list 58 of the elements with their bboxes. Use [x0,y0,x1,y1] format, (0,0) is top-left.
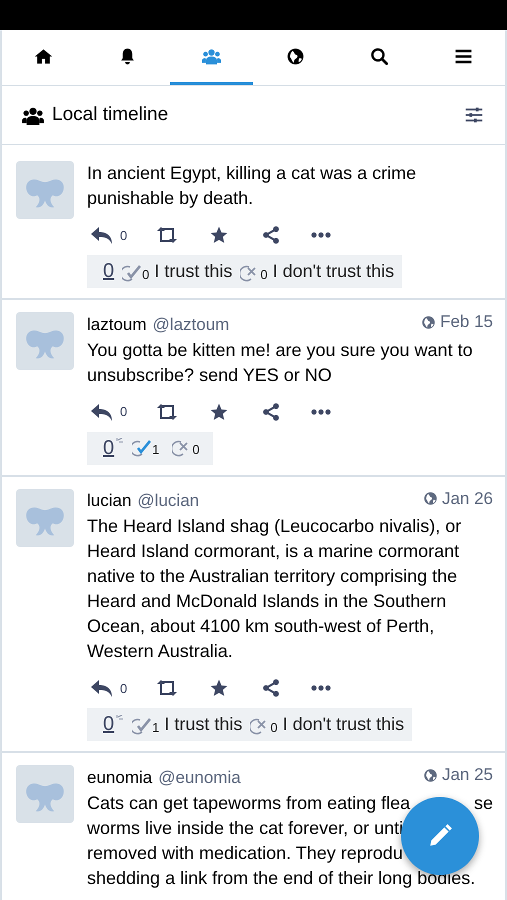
display-name[interactable]: laztoum [87,314,147,334]
avatar [16,488,74,546]
menu-icon [454,46,473,66]
post-date[interactable]: Feb 15 [440,312,493,332]
users-icon [202,46,222,66]
trust-button[interactable]: 1 I trust this [132,714,242,735]
trust-score[interactable]: 0 [103,260,114,283]
reply-icon [90,225,114,245]
avatar [16,765,74,823]
trust-score[interactable]: 0 [103,713,114,736]
username[interactable]: @eunomia [158,768,423,788]
search-icon [370,46,389,66]
globe-icon [422,491,438,506]
display-name[interactable]: lucian [87,491,132,511]
reply-icon [90,402,114,422]
username[interactable]: @laztoum [152,314,422,334]
ellipsis-icon [311,685,332,691]
boost-button[interactable] [155,402,180,422]
post-text: The Heard Island shag (Leucocarbo nivalis), or Heard Island cormorant, is a marine cormorant native to the Australian territory comprising the Heard and McDonald Islands in the Southern Ocean, about 4100 km south-west of Perth, Western Australia. [87,515,462,663]
home-icon [34,46,54,66]
reply-button[interactable]: 0 [90,678,128,698]
post-text: In ancient Egypt, killing a cat was a crime punishable by death. [87,162,418,210]
post-date[interactable]: Jan 26 [442,488,493,508]
more-button[interactable] [311,408,332,414]
retweet-icon [155,402,180,422]
globe-icon [422,768,438,782]
distrust-button[interactable]: 0 I don't trust this [240,261,394,282]
display-name[interactable]: eunomia [87,768,152,788]
avatar [16,161,74,219]
boost-button[interactable] [155,225,180,245]
username[interactable]: @lucian [137,491,423,511]
trust-button[interactable]: 0 I trust this [122,261,232,282]
trust-score[interactable]: 0 [103,436,114,460]
distrust-button[interactable]: 0 I don't trust this [250,714,404,735]
column-title: Local timeline [52,104,170,126]
users-icon [22,105,44,125]
retweet-icon [155,678,180,698]
post-text-line: shedding a link from the end of their long bodies. [87,866,476,890]
more-button[interactable] [311,232,332,238]
ellipsis-icon [311,408,332,414]
more-button[interactable] [311,685,332,691]
globe-icon [421,314,436,330]
reply-button[interactable]: 0 [90,225,128,245]
post-text-line: removed with medication. They reprodu [87,842,403,865]
ellipsis-icon [311,232,332,238]
distrust-button[interactable]: 0 [172,439,205,457]
globe-icon [286,46,305,66]
retweet-icon [155,225,180,245]
post-text-fragment: se [474,792,493,814]
post-text: You gotta be kitten me! are you sure you want to unsubscribe? send YES or NO [87,338,474,386]
reply-button[interactable]: 0 [90,402,128,422]
post-date[interactable]: Jan 25 [442,765,493,785]
boost-button[interactable] [155,678,180,698]
post-text-line: Cats can get tapeworms from eating flea [87,792,410,815]
post-text-line: worms live inside the cat forever, or unti [87,816,404,840]
reply-icon [90,678,114,698]
avatar [16,312,74,370]
trust-button[interactable]: 1 [132,439,164,457]
